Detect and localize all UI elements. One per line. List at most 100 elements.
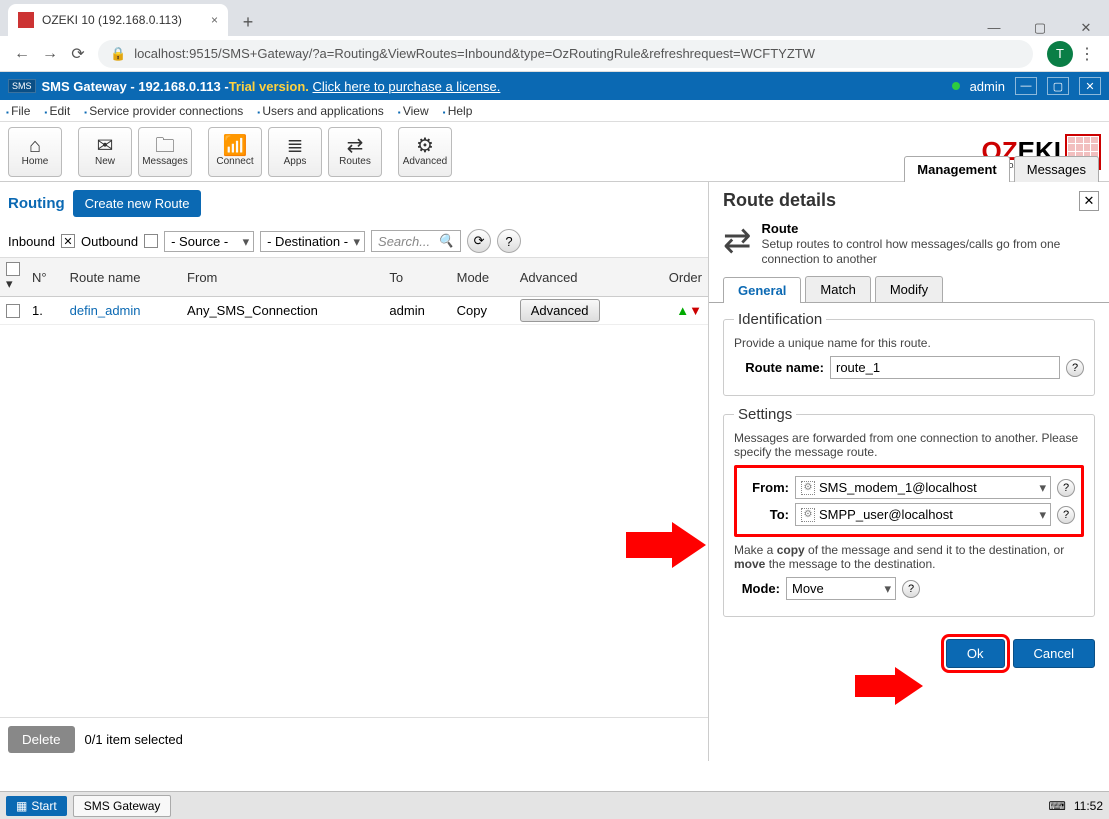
order-down-icon[interactable]: ▼ <box>689 303 702 318</box>
browser-menu-icon[interactable]: ⋮ <box>1073 40 1101 68</box>
gear-icon: ⚙ <box>801 481 815 495</box>
taskbar: ▦Start SMS Gateway ⌨ 11:52 <box>0 791 1109 819</box>
row-checkbox[interactable] <box>6 304 20 318</box>
cancel-button[interactable]: Cancel <box>1013 639 1095 668</box>
tab-modify[interactable]: Modify <box>875 276 943 302</box>
start-button[interactable]: ▦Start <box>6 796 67 816</box>
tool-new[interactable]: ✉New <box>78 127 132 177</box>
route-name-label: Route name: <box>734 360 824 375</box>
messages-icon: 🗀 <box>155 136 175 156</box>
status-dot-icon <box>952 82 960 90</box>
menu-file[interactable]: File <box>6 104 30 118</box>
settings-legend: Settings <box>734 406 796 423</box>
subtab-messages[interactable]: Messages <box>1014 156 1099 182</box>
lock-icon: 🔒 <box>110 46 126 62</box>
tab-general[interactable]: General <box>723 277 801 303</box>
panel-close-icon[interactable]: ✕ <box>1079 191 1099 211</box>
routes-table: ▾ N° Route name From To Mode Advanced Or… <box>0 258 708 325</box>
order-up-icon[interactable]: ▲ <box>676 303 689 318</box>
outbound-checkbox[interactable] <box>144 234 158 248</box>
browser-tab[interactable]: OZEKI 10 (192.168.0.113) × <box>8 4 228 36</box>
table-row[interactable]: 1. defin_admin Any_SMS_Connection admin … <box>0 297 708 325</box>
search-input[interactable]: Search...🔍 <box>371 230 461 252</box>
tab-match[interactable]: Match <box>805 276 870 302</box>
app-minimize-icon[interactable]: — <box>1015 77 1037 95</box>
browser-toolbar: ← → ⟳ 🔒 localhost:9515/SMS+Gateway/?a=Ro… <box>0 36 1109 72</box>
menu-spc[interactable]: Service provider connections <box>84 104 243 118</box>
help-icon[interactable]: ? <box>1057 479 1075 497</box>
routing-heading: Routing <box>8 195 65 212</box>
connect-icon: 📶 <box>223 136 248 156</box>
source-select[interactable]: - Source - <box>164 231 254 252</box>
reload-button[interactable]: ⟳ <box>64 40 92 68</box>
url-text: localhost:9515/SMS+Gateway/?a=Routing&Vi… <box>134 46 815 61</box>
mode-label: Mode: <box>734 581 780 596</box>
clock: 11:52 <box>1074 799 1103 813</box>
highlighted-settings: From: ⚙SMS_modem_1@localhost ? To: ⚙SMPP… <box>734 465 1084 537</box>
help-icon[interactable]: ? <box>902 580 920 598</box>
license-link[interactable]: Click here to purchase a license. <box>313 79 501 94</box>
refresh-button[interactable]: ⟳ <box>467 229 491 253</box>
menu-users[interactable]: Users and applications <box>257 104 383 118</box>
tab-title: OZEKI 10 (192.168.0.113) <box>42 13 182 27</box>
tool-advanced[interactable]: ⚙Advanced <box>398 127 452 177</box>
tool-home[interactable]: ⌂Home <box>8 127 62 177</box>
user-label[interactable]: admin <box>970 79 1005 94</box>
routes-icon: ⇄ <box>347 136 364 156</box>
window-minimize-icon[interactable]: — <box>971 20 1017 36</box>
menu-view[interactable]: View <box>398 104 429 118</box>
inbound-checkbox[interactable] <box>61 234 75 248</box>
sms-badge: SMS <box>8 79 36 93</box>
delete-button[interactable]: Delete <box>8 726 75 753</box>
app-titlebar: SMS SMS Gateway - 192.168.0.113 - Trial … <box>0 72 1109 100</box>
advanced-icon: ⚙ <box>416 136 434 156</box>
gear-icon: ⚙ <box>801 508 815 522</box>
route-name-input[interactable] <box>830 356 1060 379</box>
new-tab-button[interactable]: + <box>234 8 262 36</box>
help-icon[interactable]: ? <box>1057 506 1075 524</box>
tool-apps[interactable]: ≣Apps <box>268 127 322 177</box>
from-select[interactable]: ⚙SMS_modem_1@localhost <box>795 476 1051 499</box>
app-title: SMS Gateway - 192.168.0.113 - <box>42 79 229 94</box>
row-advanced-button[interactable]: Advanced <box>520 299 600 322</box>
home-icon: ⌂ <box>29 136 41 156</box>
create-route-button[interactable]: Create new Route <box>73 190 202 217</box>
keyboard-icon[interactable]: ⌨ <box>1049 799 1066 813</box>
to-select[interactable]: ⚙SMPP_user@localhost <box>795 503 1051 526</box>
trial-label: Trial version. <box>229 79 309 94</box>
menu-bar: File Edit Service provider connections U… <box>0 100 1109 122</box>
app-close-icon[interactable]: ✕ <box>1079 77 1101 95</box>
address-bar[interactable]: 🔒 localhost:9515/SMS+Gateway/?a=Routing&… <box>98 40 1033 68</box>
tool-connect[interactable]: 📶Connect <box>208 127 262 177</box>
tool-routes[interactable]: ⇄Routes <box>328 127 382 177</box>
browser-tab-strip: OZEKI 10 (192.168.0.113) × + — ▢ ✕ <box>0 0 1109 36</box>
taskbar-item[interactable]: SMS Gateway <box>73 795 172 817</box>
help-icon[interactable]: ? <box>1066 359 1084 377</box>
window-close-icon[interactable]: ✕ <box>1063 20 1109 36</box>
back-button[interactable]: ← <box>8 40 36 68</box>
apps-icon: ≣ <box>287 136 304 156</box>
window-maximize-icon[interactable]: ▢ <box>1017 20 1063 36</box>
tab-favicon <box>18 12 34 28</box>
app-maximize-icon[interactable]: ▢ <box>1047 77 1069 95</box>
destination-select[interactable]: - Destination - <box>260 231 365 252</box>
profile-avatar[interactable]: T <box>1047 41 1073 67</box>
help-button[interactable]: ? <box>497 229 521 253</box>
subtab-management[interactable]: Management <box>904 156 1009 182</box>
new-icon: ✉ <box>97 136 114 156</box>
route-name-link[interactable]: defin_admin <box>64 297 181 325</box>
inbound-label: Inbound <box>8 234 55 249</box>
search-icon: 🔍 <box>438 233 454 249</box>
outbound-label: Outbound <box>81 234 138 249</box>
ok-button[interactable]: Ok <box>946 639 1005 668</box>
tab-close-icon[interactable]: × <box>211 13 218 27</box>
mode-select[interactable]: Move <box>786 577 896 600</box>
identification-legend: Identification <box>734 311 826 328</box>
selection-count: 0/1 item selected <box>85 732 183 747</box>
menu-help[interactable]: Help <box>443 104 473 118</box>
select-all-checkbox[interactable] <box>6 262 20 276</box>
tool-messages[interactable]: 🗀Messages <box>138 127 192 177</box>
menu-edit[interactable]: Edit <box>44 104 70 118</box>
toolbar: ⌂Home ✉New 🗀Messages 📶Connect ≣Apps ⇄Rou… <box>0 122 1109 182</box>
forward-button[interactable]: → <box>36 40 64 68</box>
